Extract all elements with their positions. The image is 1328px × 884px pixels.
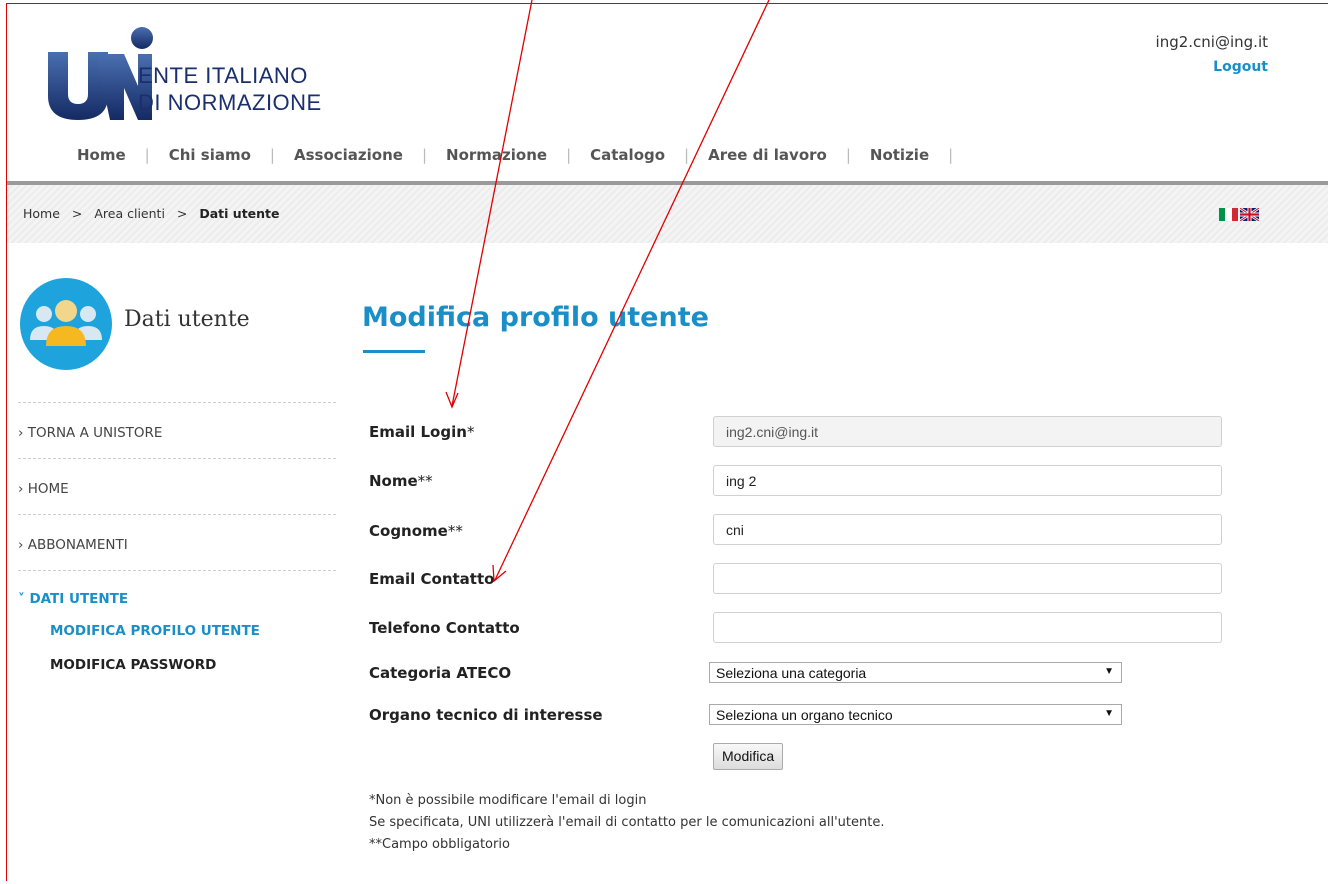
sidebar-item-label: DATI UTENTE [29, 591, 129, 607]
nome-field[interactable] [713, 465, 1222, 496]
sidebar-item-label: ABBONAMENTI [27, 537, 128, 553]
sidebar-menu: › TORNA A UNISTORE › HOME › ABBONAMENTI … [18, 402, 336, 673]
dropdown-arrow-icon: ▼ [1104, 666, 1114, 677]
breadcrumb-separator: > [71, 206, 83, 221]
logo-wordmark: ENTE ITALIANO DI NORMAZIONE [138, 62, 322, 116]
uk-flag-icon[interactable] [1240, 208, 1259, 221]
logo-line1: ENTE ITALIANO [138, 63, 308, 88]
sidebar-item-home[interactable]: › HOME [18, 458, 336, 514]
nav-item-chi-siamo[interactable]: Chi siamo [150, 146, 270, 164]
sidebar-item-dati-utente[interactable]: ˅ DATI UTENTE [18, 570, 336, 607]
sidebar-item-label: HOME [27, 481, 69, 497]
telefono-contatto-field[interactable] [713, 612, 1222, 643]
select-value: Seleziona una categoria [716, 665, 867, 681]
chevron-right-icon: › [18, 481, 24, 497]
sidebar-subitem-modifica-profilo[interactable]: MODIFICA PROFILO UTENTE [18, 623, 336, 639]
user-email: ing2.cni@ing.it [1155, 33, 1268, 51]
sidebar-title: Dati utente [124, 307, 250, 332]
required-marker: * [466, 423, 475, 441]
note-contact-email: Se specificata, UNI utilizzerà l'email d… [369, 815, 885, 830]
sidebar-item-torna-a-unistore[interactable]: › TORNA A UNISTORE [18, 402, 336, 458]
sidebar-subitem-modifica-password[interactable]: MODIFICA PASSWORD [18, 657, 336, 673]
form-notes: *Non è possibile modificare l'email di l… [369, 790, 885, 856]
sidebar-item-label: TORNA A UNISTORE [27, 425, 163, 441]
chevron-down-icon: ˅ [18, 591, 25, 607]
nav-item-associazione[interactable]: Associazione [275, 146, 422, 164]
email-contatto-field[interactable] [713, 563, 1222, 594]
language-switcher [1219, 208, 1259, 221]
breadcrumb-current: Dati utente [199, 206, 280, 221]
required-marker: ** [447, 522, 463, 540]
select-value: Seleziona un organo tecnico [716, 707, 893, 723]
email-login-field[interactable] [713, 416, 1222, 447]
nav-item-notizie[interactable]: Notizie [851, 146, 948, 164]
chevron-right-icon: › [18, 425, 24, 441]
dropdown-arrow-icon: ▼ [1104, 708, 1114, 719]
field-label-text: Cognome [369, 522, 448, 540]
breadcrumb-separator: > [176, 206, 188, 221]
nav-item-catalogo[interactable]: Catalogo [571, 146, 684, 164]
nav-separator: | [948, 146, 954, 164]
categoria-ateco-label: Categoria ATECO [369, 664, 512, 682]
logo-line2: DI NORMAZIONE [138, 90, 322, 115]
page-title: Modifica profilo utente [362, 302, 709, 333]
breadcrumb-home[interactable]: Home [23, 206, 60, 221]
logout-link[interactable]: Logout [1213, 59, 1268, 75]
note-required: **Campo obbligatorio [369, 837, 510, 852]
breadcrumb-band: Home > Area clienti > Dati utente [7, 181, 1328, 243]
required-marker: ** [417, 472, 433, 490]
email-contatto-label: Email Contatto [369, 570, 495, 588]
modifica-button[interactable]: Modifica [713, 743, 784, 770]
telefono-contatto-label: Telefono Contatto [369, 619, 520, 637]
organo-tecnico-label: Organo tecnico di interesse [369, 706, 603, 724]
it-flag-icon[interactable] [1219, 208, 1238, 221]
field-label-text: Email Login [369, 423, 467, 441]
title-underline [363, 350, 425, 353]
categoria-ateco-select[interactable]: Seleziona una categoria ▼ [709, 662, 1122, 683]
organo-tecnico-select[interactable]: Seleziona un organo tecnico ▼ [709, 704, 1122, 725]
sidebar-item-abbonamenti[interactable]: › ABBONAMENTI [18, 514, 336, 570]
breadcrumb: Home > Area clienti > Dati utente [23, 206, 280, 221]
main-nav: Home | Chi siamo | Associazione | Normazion… [58, 146, 953, 164]
users-avatar-icon [20, 278, 112, 370]
chevron-right-icon: › [18, 537, 24, 553]
nav-item-home[interactable]: Home [58, 146, 145, 164]
nav-item-normazione[interactable]: Normazione [427, 146, 566, 164]
cognome-field[interactable] [713, 514, 1222, 545]
field-label-text: Nome [369, 472, 418, 490]
breadcrumb-area-clienti[interactable]: Area clienti [94, 206, 165, 221]
nome-label: Nome** [369, 472, 433, 490]
note-login-email: *Non è possibile modificare l'email di l… [369, 793, 647, 808]
cognome-label: Cognome** [369, 522, 463, 540]
email-login-label: Email Login* [369, 423, 474, 441]
nav-item-aree-di-lavoro[interactable]: Aree di lavoro [689, 146, 846, 164]
